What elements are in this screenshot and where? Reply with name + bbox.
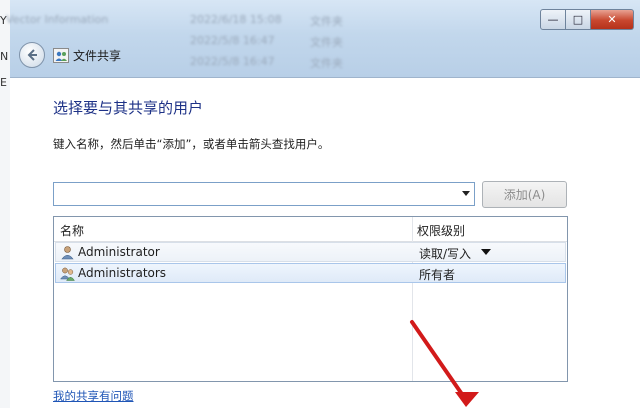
back-button[interactable] (19, 42, 45, 68)
user-icon (61, 246, 74, 260)
window-title: 文件共享 (73, 49, 122, 63)
permission-level[interactable]: 读取/写入 (419, 245, 471, 262)
user-name: Administrator (78, 245, 160, 259)
list-item-administrators[interactable]: Administrators 所有者 (55, 263, 566, 283)
list-header: 名称 权限级别 (54, 217, 567, 242)
back-arrow-icon (27, 49, 37, 61)
close-button[interactable]: ✕ (591, 9, 634, 30)
page-heading: 选择要与其共享的用户 (53, 99, 204, 117)
close-icon: ✕ (607, 13, 617, 26)
permission-dropdown-icon[interactable] (481, 249, 491, 255)
instructions-text: 键入名称，然后单击“添加”，或者单击箭头查找用户。 (53, 137, 330, 151)
user-permission-list[interactable]: 名称 权限级别 Administrator 读取/写入 Administrato… (53, 216, 568, 382)
file-share-dialog: Vector Information 2022/6/18 15:08 文件夹 2… (6, 0, 640, 408)
minimize-icon: — (547, 13, 559, 26)
bg-char: N (0, 50, 9, 63)
sharing-help-link[interactable]: 我的共享有问题 (53, 388, 134, 404)
dropdown-arrow-icon[interactable] (462, 191, 470, 196)
column-header-name[interactable]: 名称 (60, 222, 84, 239)
minimize-button[interactable]: — (540, 9, 566, 30)
bg-char: E (0, 76, 7, 89)
maximize-button[interactable]: □ (566, 9, 591, 30)
title-bar[interactable]: Vector Information 2022/6/18 15:08 文件夹 2… (6, 0, 640, 78)
background-ghost-row: Vector Information 2022/6/18 15:08 文件夹 (6, 13, 343, 28)
maximize-icon: □ (572, 13, 584, 26)
user-name: Administrators (78, 266, 167, 280)
permission-level: 所有者 (419, 268, 456, 282)
file-share-icon (53, 48, 69, 63)
user-name-combobox[interactable] (53, 182, 475, 206)
column-header-permission[interactable]: 权限级别 (417, 222, 465, 239)
user-group-icon (60, 267, 75, 281)
list-item-administrator[interactable]: Administrator 读取/写入 (55, 242, 566, 262)
add-button[interactable]: 添加(A) (482, 181, 567, 208)
window-controls: — □ ✕ (540, 9, 634, 30)
